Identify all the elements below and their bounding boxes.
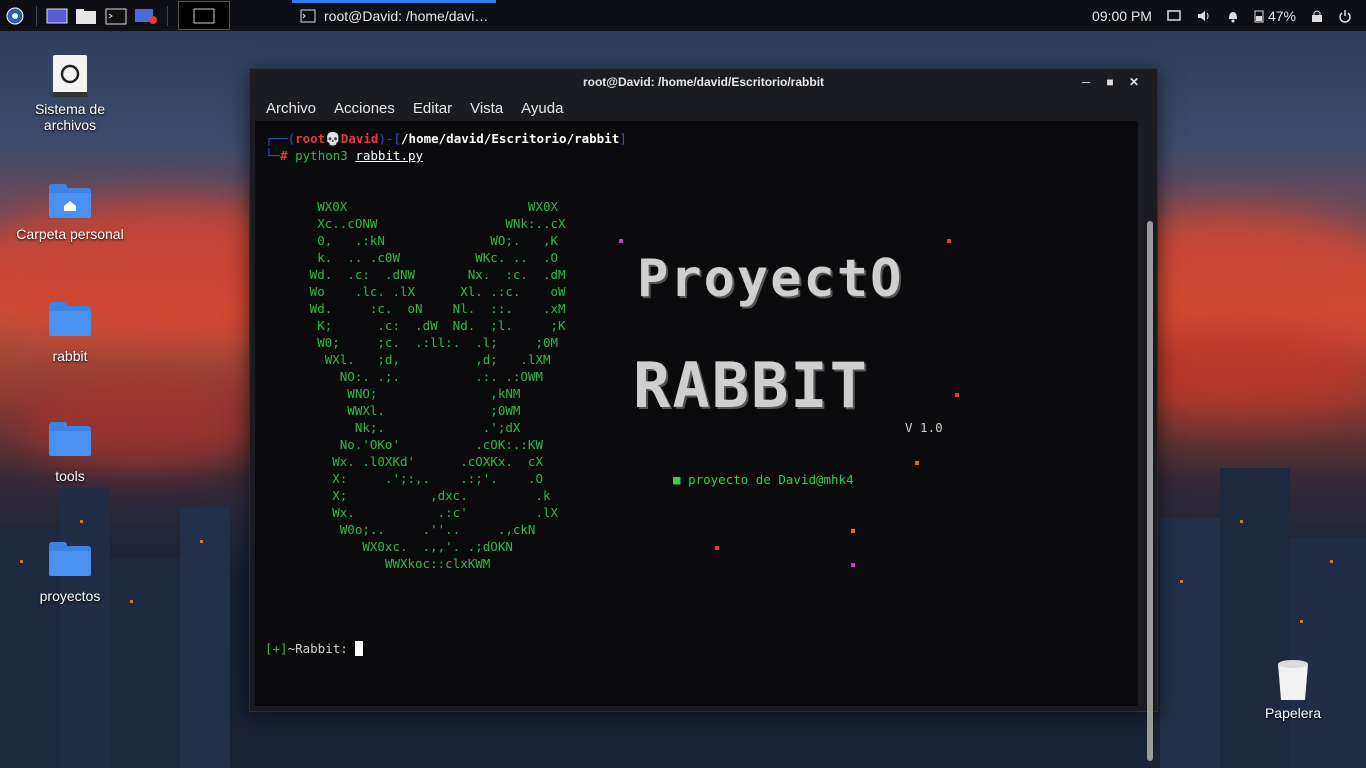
folder-icon: [49, 422, 91, 456]
menu-vista[interactable]: Vista: [470, 100, 503, 117]
prompt-user: root: [295, 131, 326, 146]
menu-archivo[interactable]: Archivo: [266, 100, 316, 117]
desktop-icon-home[interactable]: Carpeta personal: [15, 184, 125, 242]
desktop-icon-trash[interactable]: Papelera: [1238, 656, 1348, 721]
prompt-line: ┌──(root💀David)-[/home/david/Escritorio/…: [265, 131, 627, 146]
drive-icon: [53, 55, 87, 97]
menu-ayuda[interactable]: Ayuda: [521, 100, 563, 117]
skull-icon: 💀: [325, 131, 341, 146]
app-menu-button[interactable]: [0, 0, 30, 31]
command-line: └─# python3 rabbit.py: [265, 148, 424, 163]
display-icon[interactable]: [1166, 9, 1182, 23]
active-indicator: [292, 0, 496, 3]
file-manager-launcher[interactable]: [71, 0, 101, 31]
banner-line-2: RABBIT: [633, 349, 869, 422]
terminal-window: root@David: /home/david/Escritorio/rabbi…: [249, 68, 1158, 761]
credit-line: ■ proyecto de David@mhk4: [673, 471, 854, 488]
terminal-output[interactable]: ┌──(root💀David)-[/home/david/Escritorio/…: [255, 121, 1138, 706]
battery-indicator[interactable]: 47%: [1254, 8, 1296, 24]
trash-icon: [1278, 660, 1308, 700]
desktop-icon-label: rabbit: [52, 348, 88, 364]
desktop-icon-label: Papelera: [1264, 705, 1322, 721]
input-line[interactable]: [+]~Rabbit:: [265, 640, 364, 657]
system-tray: 09:00 PM 47%: [1092, 0, 1366, 31]
desktop-icon-tools[interactable]: tools: [15, 422, 125, 484]
recorder-icon: [135, 8, 157, 24]
screen-recorder-launcher[interactable]: [131, 0, 161, 31]
top-panel: root@David: /home/davi… 09:00 PM 47%: [0, 0, 1366, 31]
close-icon: ✕: [1128, 75, 1140, 89]
kali-menu-icon: [6, 7, 24, 24]
desktop-icon-label: tools: [55, 468, 85, 484]
desktop-icon-filesystem[interactable]: Sistema de archivos: [15, 54, 125, 133]
command: python3: [295, 148, 348, 163]
prompt-path: /home/david/Escritorio/rabbit: [401, 131, 620, 146]
terminal-launcher[interactable]: [101, 0, 131, 31]
star-decoration: [851, 529, 855, 533]
star-decoration: [955, 393, 959, 397]
desktop-icon: [46, 8, 68, 23]
desktop-icon-label: Sistema de archivos: [34, 101, 106, 133]
star-decoration: [715, 546, 719, 550]
maximize-icon: ■: [1106, 75, 1114, 89]
version-label: V 1.0: [905, 420, 943, 435]
terminal-icon: [105, 8, 127, 24]
minimize-button[interactable]: ─: [1075, 69, 1097, 95]
menu-acciones[interactable]: Acciones: [334, 100, 395, 117]
window-titlebar[interactable]: root@David: /home/david/Escritorio/rabbi…: [250, 69, 1157, 95]
command-arg: rabbit.py: [355, 148, 424, 163]
workspace-icon: [193, 8, 215, 23]
terminal-icon: [300, 9, 316, 22]
star-decoration: [947, 239, 951, 243]
credit-text: proyecto de David@mhk4: [688, 472, 854, 487]
rabbit-ascii-art: WX0X WX0X Xc..cONW WNk:..cX 0, .:kN WO;.…: [309, 199, 566, 571]
maximize-button[interactable]: ■: [1099, 69, 1121, 95]
home-folder-icon: [49, 184, 91, 218]
show-desktop-button[interactable]: [43, 0, 71, 31]
desktop-icon-proyectos[interactable]: proyectos: [15, 542, 125, 604]
banner-line-1: ProyectO: [637, 249, 904, 309]
minimize-icon: ─: [1081, 75, 1091, 89]
workspace-switcher[interactable]: [178, 1, 230, 30]
battery-percent: 47%: [1267, 7, 1296, 24]
desktop-icon-rabbit[interactable]: rabbit: [15, 302, 125, 364]
clock[interactable]: 09:00 PM: [1092, 8, 1152, 24]
folder-icon: [49, 542, 91, 576]
desktop-icon-label: proyectos: [39, 588, 101, 604]
taskbar-window-title: root@David: /home/davi…: [324, 7, 489, 24]
desktop-icon-label: Carpeta personal: [16, 226, 124, 242]
credit-bullet-icon: ■: [673, 472, 689, 487]
star-decoration: [915, 461, 919, 465]
power-icon[interactable]: [1338, 9, 1352, 23]
taskbar-window-button[interactable]: root@David: /home/davi…: [292, 0, 496, 31]
menu-editar[interactable]: Editar: [413, 100, 452, 117]
menu-bar: Archivo Acciones Editar Vista Ayuda: [250, 95, 1157, 121]
star-decoration: [851, 563, 855, 567]
notification-bell-icon[interactable]: [1226, 9, 1240, 23]
terminal-scrollbar[interactable]: [1147, 221, 1153, 761]
folder-icon: [76, 8, 96, 24]
input-prefix: [+]: [265, 641, 288, 656]
folder-icon: [49, 302, 91, 336]
prompt-host: David: [340, 131, 379, 146]
text-cursor: [355, 641, 364, 656]
close-button[interactable]: ✕: [1123, 69, 1145, 95]
window-title: root@David: /home/david/Escritorio/rabbi…: [582, 75, 825, 89]
lock-icon[interactable]: [1310, 9, 1324, 23]
prompt-hash: #: [280, 148, 288, 163]
input-prompt: ~Rabbit:: [287, 641, 348, 656]
star-decoration: [619, 239, 623, 243]
volume-icon[interactable]: [1196, 9, 1212, 23]
battery-icon: [1254, 10, 1264, 22]
